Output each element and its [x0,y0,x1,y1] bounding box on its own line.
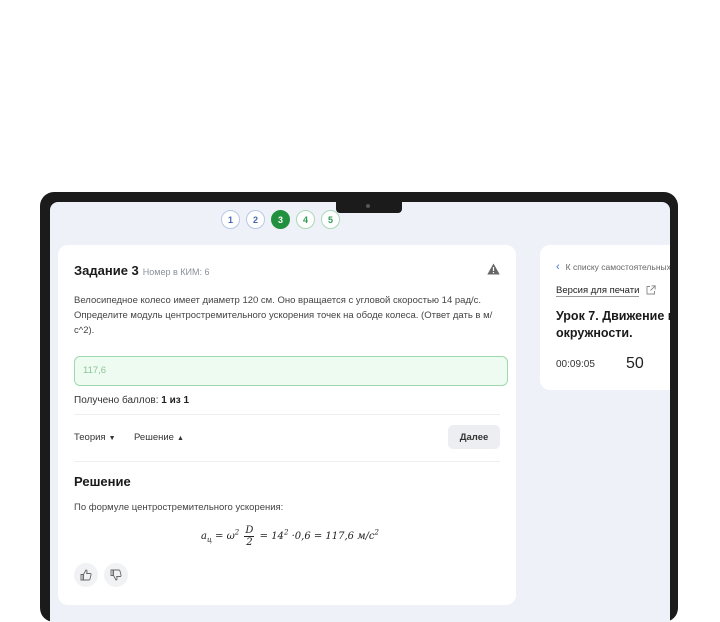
warning-icon[interactable] [487,263,500,275]
back-link-label: К списку самостоятельных [565,262,670,272]
caret-up-icon: ▲ [176,435,184,442]
task-heading: Задание 3 Номер в КИМ: 6 [74,263,209,278]
chevron-left-icon: ‹ [556,261,560,273]
formula-lhs-sub: ц [206,536,212,544]
step-2[interactable]: 2 [246,210,265,229]
score-value: 1 из 1 [161,395,190,406]
formula-tail-exp: 2 [374,528,379,537]
formula-rest-exp: 2 [283,528,289,537]
step-1[interactable]: 1 [221,210,240,229]
task-title: Задание 3 [74,263,139,278]
timer: 00:09:05 [556,359,595,370]
camera-dot [366,204,370,208]
score-label: Получено баллов: [74,395,159,406]
tab-solution-label: Решение [134,432,174,443]
solution-text: По формуле центростремительного ускорени… [74,502,284,513]
step-4[interactable]: 4 [296,210,315,229]
solution-title: Решение [74,474,131,489]
divider [74,461,500,462]
like-button[interactable] [74,563,98,587]
formula-fraction: D 2 [244,525,255,548]
counter: 50 [626,355,644,372]
formula-denominator: 2 [246,537,253,548]
external-link-icon[interactable] [646,285,656,295]
laptop-frame: 1 2 3 4 5 Задание 3 Номер в КИМ: 6 Велоси… [40,192,678,622]
step-3-active[interactable]: 3 [271,210,290,229]
next-button[interactable]: Далее [448,425,500,449]
formula-omega: ω [226,531,235,542]
score-line: Получено баллов: 1 из 1 [74,395,189,406]
camera-notch [336,202,402,213]
back-to-list-link[interactable]: ‹ К списку самостоятельных [556,261,670,273]
solution-formula: aц = ω2 D 2 = 142 ·0,6 = 117,6 м/с2 [201,525,379,548]
print-version-link[interactable]: Версия для печати [556,285,640,297]
lesson-sidebar: ‹ К списку самостоятельных Версия для печ… [540,245,670,390]
caret-down-icon: ▼ [108,435,116,442]
lesson-title: Урок 7. Движение по окружности. [556,309,670,340]
thumbs-down-icon [110,569,122,581]
dislike-button[interactable] [104,563,128,587]
task-card: Задание 3 Номер в КИМ: 6 Велосипедное кол… [58,245,516,605]
thumbs-up-icon [80,569,92,581]
formula-numerator: D [244,525,255,537]
task-text: Велосипедное колесо имеет диаметр 120 см… [74,295,493,336]
app-screen: 1 2 3 4 5 Задание 3 Номер в КИМ: 6 Велоси… [50,202,670,622]
formula-tail: ·0,6 = 117,6 м/с [291,531,375,542]
tab-theory-label: Теория [74,432,106,443]
formula-rest: = 14 [259,531,284,542]
formula-omega-exp: 2 [234,528,240,537]
step-5[interactable]: 5 [321,210,340,229]
task-stepper: 1 2 3 4 5 [221,210,340,229]
tab-solution[interactable]: Решение ▲ [134,432,184,443]
answer-field[interactable]: 117,6 [74,356,508,386]
tab-theory[interactable]: Теория ▼ [74,432,116,443]
divider [74,414,500,415]
kim-number: Номер в КИМ: 6 [142,267,210,277]
